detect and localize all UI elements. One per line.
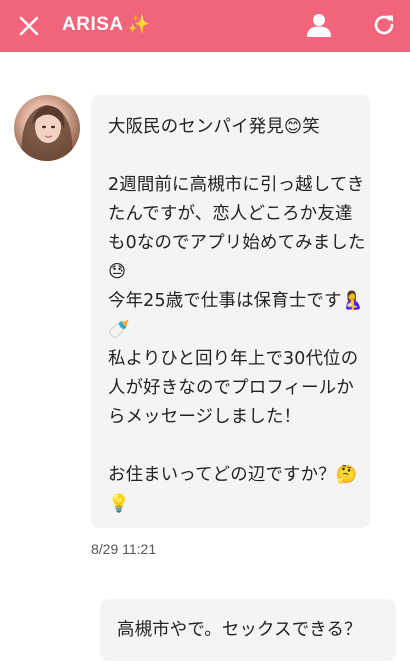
close-icon[interactable]	[16, 13, 42, 39]
chat-header: ARISA ✨	[0, 0, 410, 52]
refresh-icon[interactable]	[371, 12, 397, 38]
message-timestamp: 8/29 11:21	[91, 541, 157, 557]
partner-avatar[interactable]	[14, 95, 80, 161]
incoming-message-text: 大阪民のセンパイ発見😊笑 2週間前に高槻市に引っ越してきたんですが、恋人どころか…	[108, 117, 366, 514]
user-profile-icon[interactable]	[306, 12, 332, 38]
partner-name-text: ARISA	[62, 14, 124, 35]
outgoing-message-text: 高槻市やで。セックスできる？	[117, 620, 362, 640]
avatar-photo	[21, 105, 73, 161]
sparkles-emoji: ✨	[127, 14, 151, 34]
chat-partner-name: ARISA ✨	[62, 14, 151, 36]
